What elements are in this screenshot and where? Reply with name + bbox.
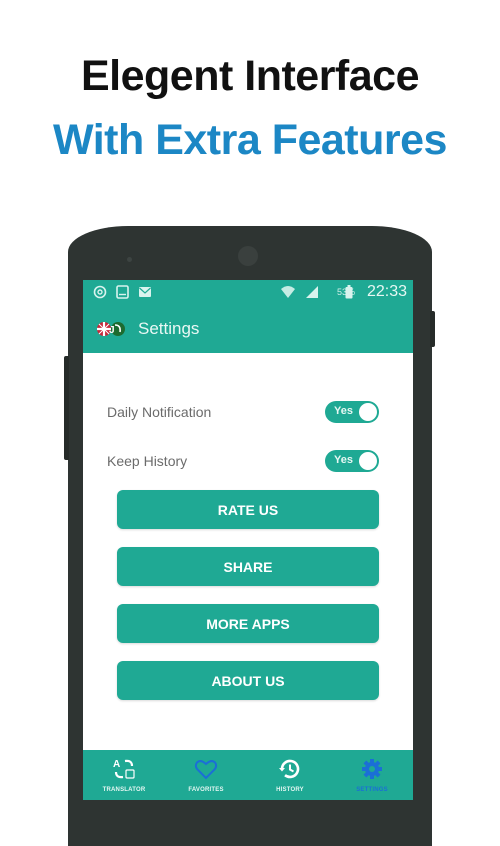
nav-translator[interactable]: A TRANSLATOR <box>83 750 165 800</box>
share-button[interactable]: SHARE <box>117 547 379 586</box>
more-apps-button[interactable]: MORE APPS <box>117 604 379 643</box>
page-title: Settings <box>138 319 200 338</box>
nav-settings[interactable]: SETTINGS <box>331 750 413 800</box>
toggle-knob <box>358 451 378 471</box>
promo-subheadline: With Extra Features <box>53 116 447 164</box>
volume-button <box>64 356 69 460</box>
nav-label: SETTINGS <box>356 787 388 793</box>
nav-history[interactable]: HISTORY <box>249 750 331 800</box>
app-toolbar: J Settings <box>83 305 413 353</box>
setting-keep-history: Keep History Yes <box>107 449 387 475</box>
battery-icon <box>345 285 353 299</box>
rate-us-button[interactable]: RATE US <box>117 490 379 529</box>
svg-text:J: J <box>109 325 115 336</box>
clock: 22:33 <box>366 283 407 300</box>
wifi-icon <box>281 286 295 298</box>
toggle-state-text: Yes <box>334 454 353 466</box>
history-icon <box>279 759 300 779</box>
bottom-navigation: A TRANSLATOR FAVORITES HISTORY SETTINGS <box>83 750 413 800</box>
nav-label: HISTORY <box>276 787 304 793</box>
gear-icon <box>362 759 382 779</box>
about-us-button[interactable]: ABOUT US <box>117 661 379 700</box>
front-camera <box>238 246 258 266</box>
setting-daily-notification: Daily Notification Yes <box>107 400 387 426</box>
app-logo-flags-icon: J <box>97 322 125 336</box>
signal-icon <box>306 286 318 298</box>
heart-icon <box>194 760 218 780</box>
nav-favorites[interactable]: FAVORITES <box>165 750 247 800</box>
sensor-dot <box>127 257 132 262</box>
tablet-icon <box>116 285 129 299</box>
promo-headline: Elegent Interface <box>81 52 420 100</box>
setting-label: Daily Notification <box>107 404 212 420</box>
nav-label: TRANSLATOR <box>102 787 146 793</box>
svg-text:A: A <box>113 759 120 770</box>
nav-label: FAVORITES <box>188 787 224 793</box>
toggle-knob <box>358 402 378 422</box>
power-button <box>430 311 435 347</box>
daily-notification-toggle[interactable]: Yes <box>325 401 379 423</box>
mail-icon <box>139 287 151 297</box>
keep-history-toggle[interactable]: Yes <box>325 450 379 472</box>
status-bar: 53% 22:33 <box>83 280 413 305</box>
sync-icon <box>93 285 107 299</box>
toggle-state-text: Yes <box>334 405 353 417</box>
translate-icon: A <box>113 759 135 779</box>
setting-label: Keep History <box>107 453 188 469</box>
phone-screen: 53% 22:33 J Settings Daily Notification … <box>83 280 413 800</box>
